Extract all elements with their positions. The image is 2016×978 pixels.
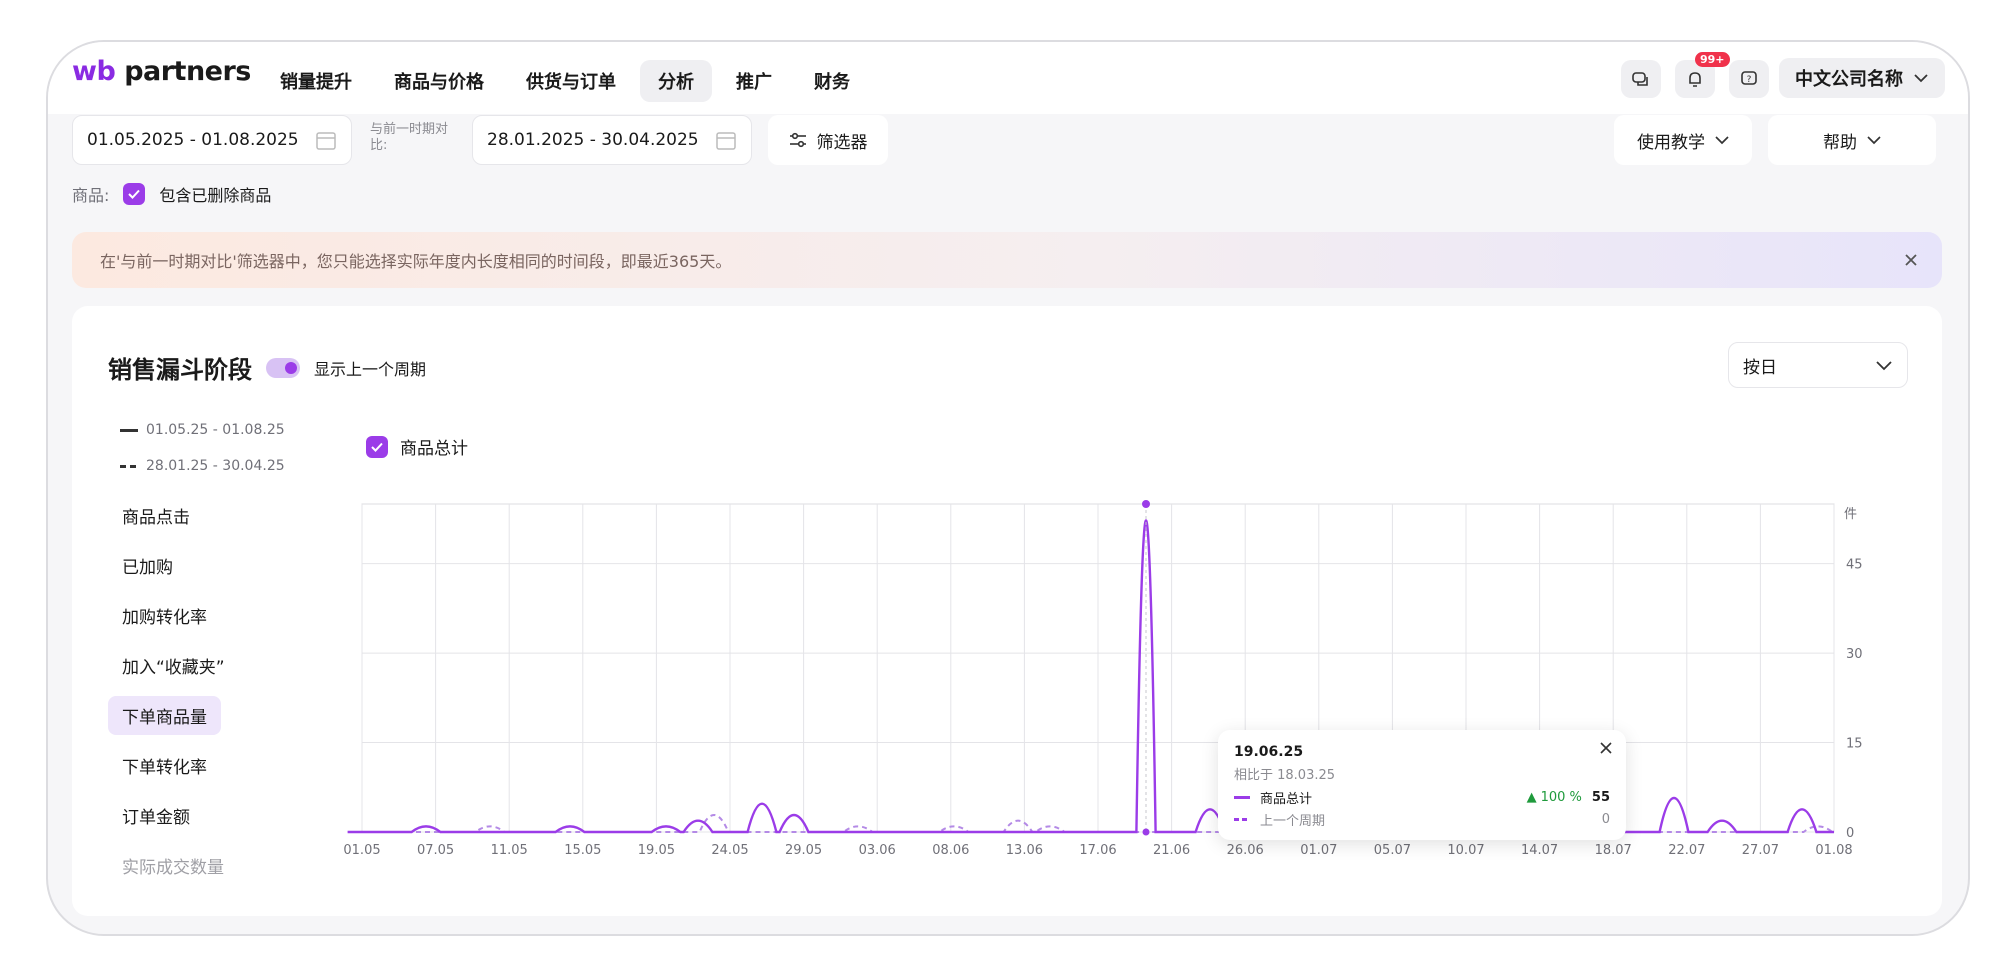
y-tick-label: 30 xyxy=(1846,647,1863,662)
x-tick-label: 18.07 xyxy=(1595,843,1632,858)
tooltip-change: 100 % xyxy=(1540,790,1582,805)
x-tick-label: 14.07 xyxy=(1521,843,1558,858)
tooltip-series-label: 商品总计 xyxy=(1260,792,1313,807)
tooltip-value: 55 xyxy=(1591,790,1610,805)
x-tick-label: 01.08 xyxy=(1815,843,1852,858)
y-unit-label: 件 xyxy=(1844,507,1857,522)
x-tick-label: 03.06 xyxy=(859,843,896,858)
chart-tooltip: 19.06.25 相比于 18.03.25 商品总计 ▲ 100 % 55 上一… xyxy=(1218,730,1626,840)
x-tick-label: 26.06 xyxy=(1227,843,1264,858)
tooltip-compare: 相比于 18.03.25 xyxy=(1234,768,1336,783)
x-tick-label: 13.06 xyxy=(1006,843,1043,858)
x-tick-label: 21.06 xyxy=(1153,843,1190,858)
y-tick-label: 0 xyxy=(1846,826,1854,841)
x-tick-label: 17.06 xyxy=(1079,843,1116,858)
y-tick-label: 15 xyxy=(1846,737,1863,752)
x-tick-label: 22.07 xyxy=(1668,843,1705,858)
x-tick-label: 07.05 xyxy=(417,843,454,858)
dashed-line-icon xyxy=(1234,818,1250,821)
up-arrow-icon: ▲ xyxy=(1526,790,1537,805)
x-tick-label: 11.05 xyxy=(491,843,528,858)
x-tick-label: 15.05 xyxy=(564,843,601,858)
y-tick-label: 45 xyxy=(1846,558,1863,573)
x-tick-label: 01.07 xyxy=(1300,843,1337,858)
x-tick-label: 29.05 xyxy=(785,843,822,858)
close-icon[interactable] xyxy=(1600,742,1612,754)
x-tick-label: 27.07 xyxy=(1742,843,1779,858)
tooltip-prev-value: 0 xyxy=(1601,812,1610,827)
app-window: wb partners 销量提升 商品与价格 供货与订单 分析 推广 财务 99… xyxy=(46,40,1970,936)
x-tick-label: 24.05 xyxy=(711,843,748,858)
tooltip-prev-label: 上一个周期 xyxy=(1260,814,1326,829)
x-tick-label: 01.05 xyxy=(343,843,380,858)
x-tick-label: 05.07 xyxy=(1374,843,1411,858)
x-tick-label: 19.05 xyxy=(638,843,675,858)
highlight-point xyxy=(1142,500,1150,508)
x-tick-label: 10.07 xyxy=(1447,843,1484,858)
sales-funnel-chart: 0 15 30 45 件 01.05 07.05 11.05 15.05 19.05 24.05 29… xyxy=(343,500,1863,858)
highlight-point-baseline xyxy=(1142,828,1150,836)
x-tick-label: 08.06 xyxy=(932,843,969,858)
series-line-icon xyxy=(1234,796,1250,799)
tooltip-date: 19.06.25 xyxy=(1234,744,1304,760)
